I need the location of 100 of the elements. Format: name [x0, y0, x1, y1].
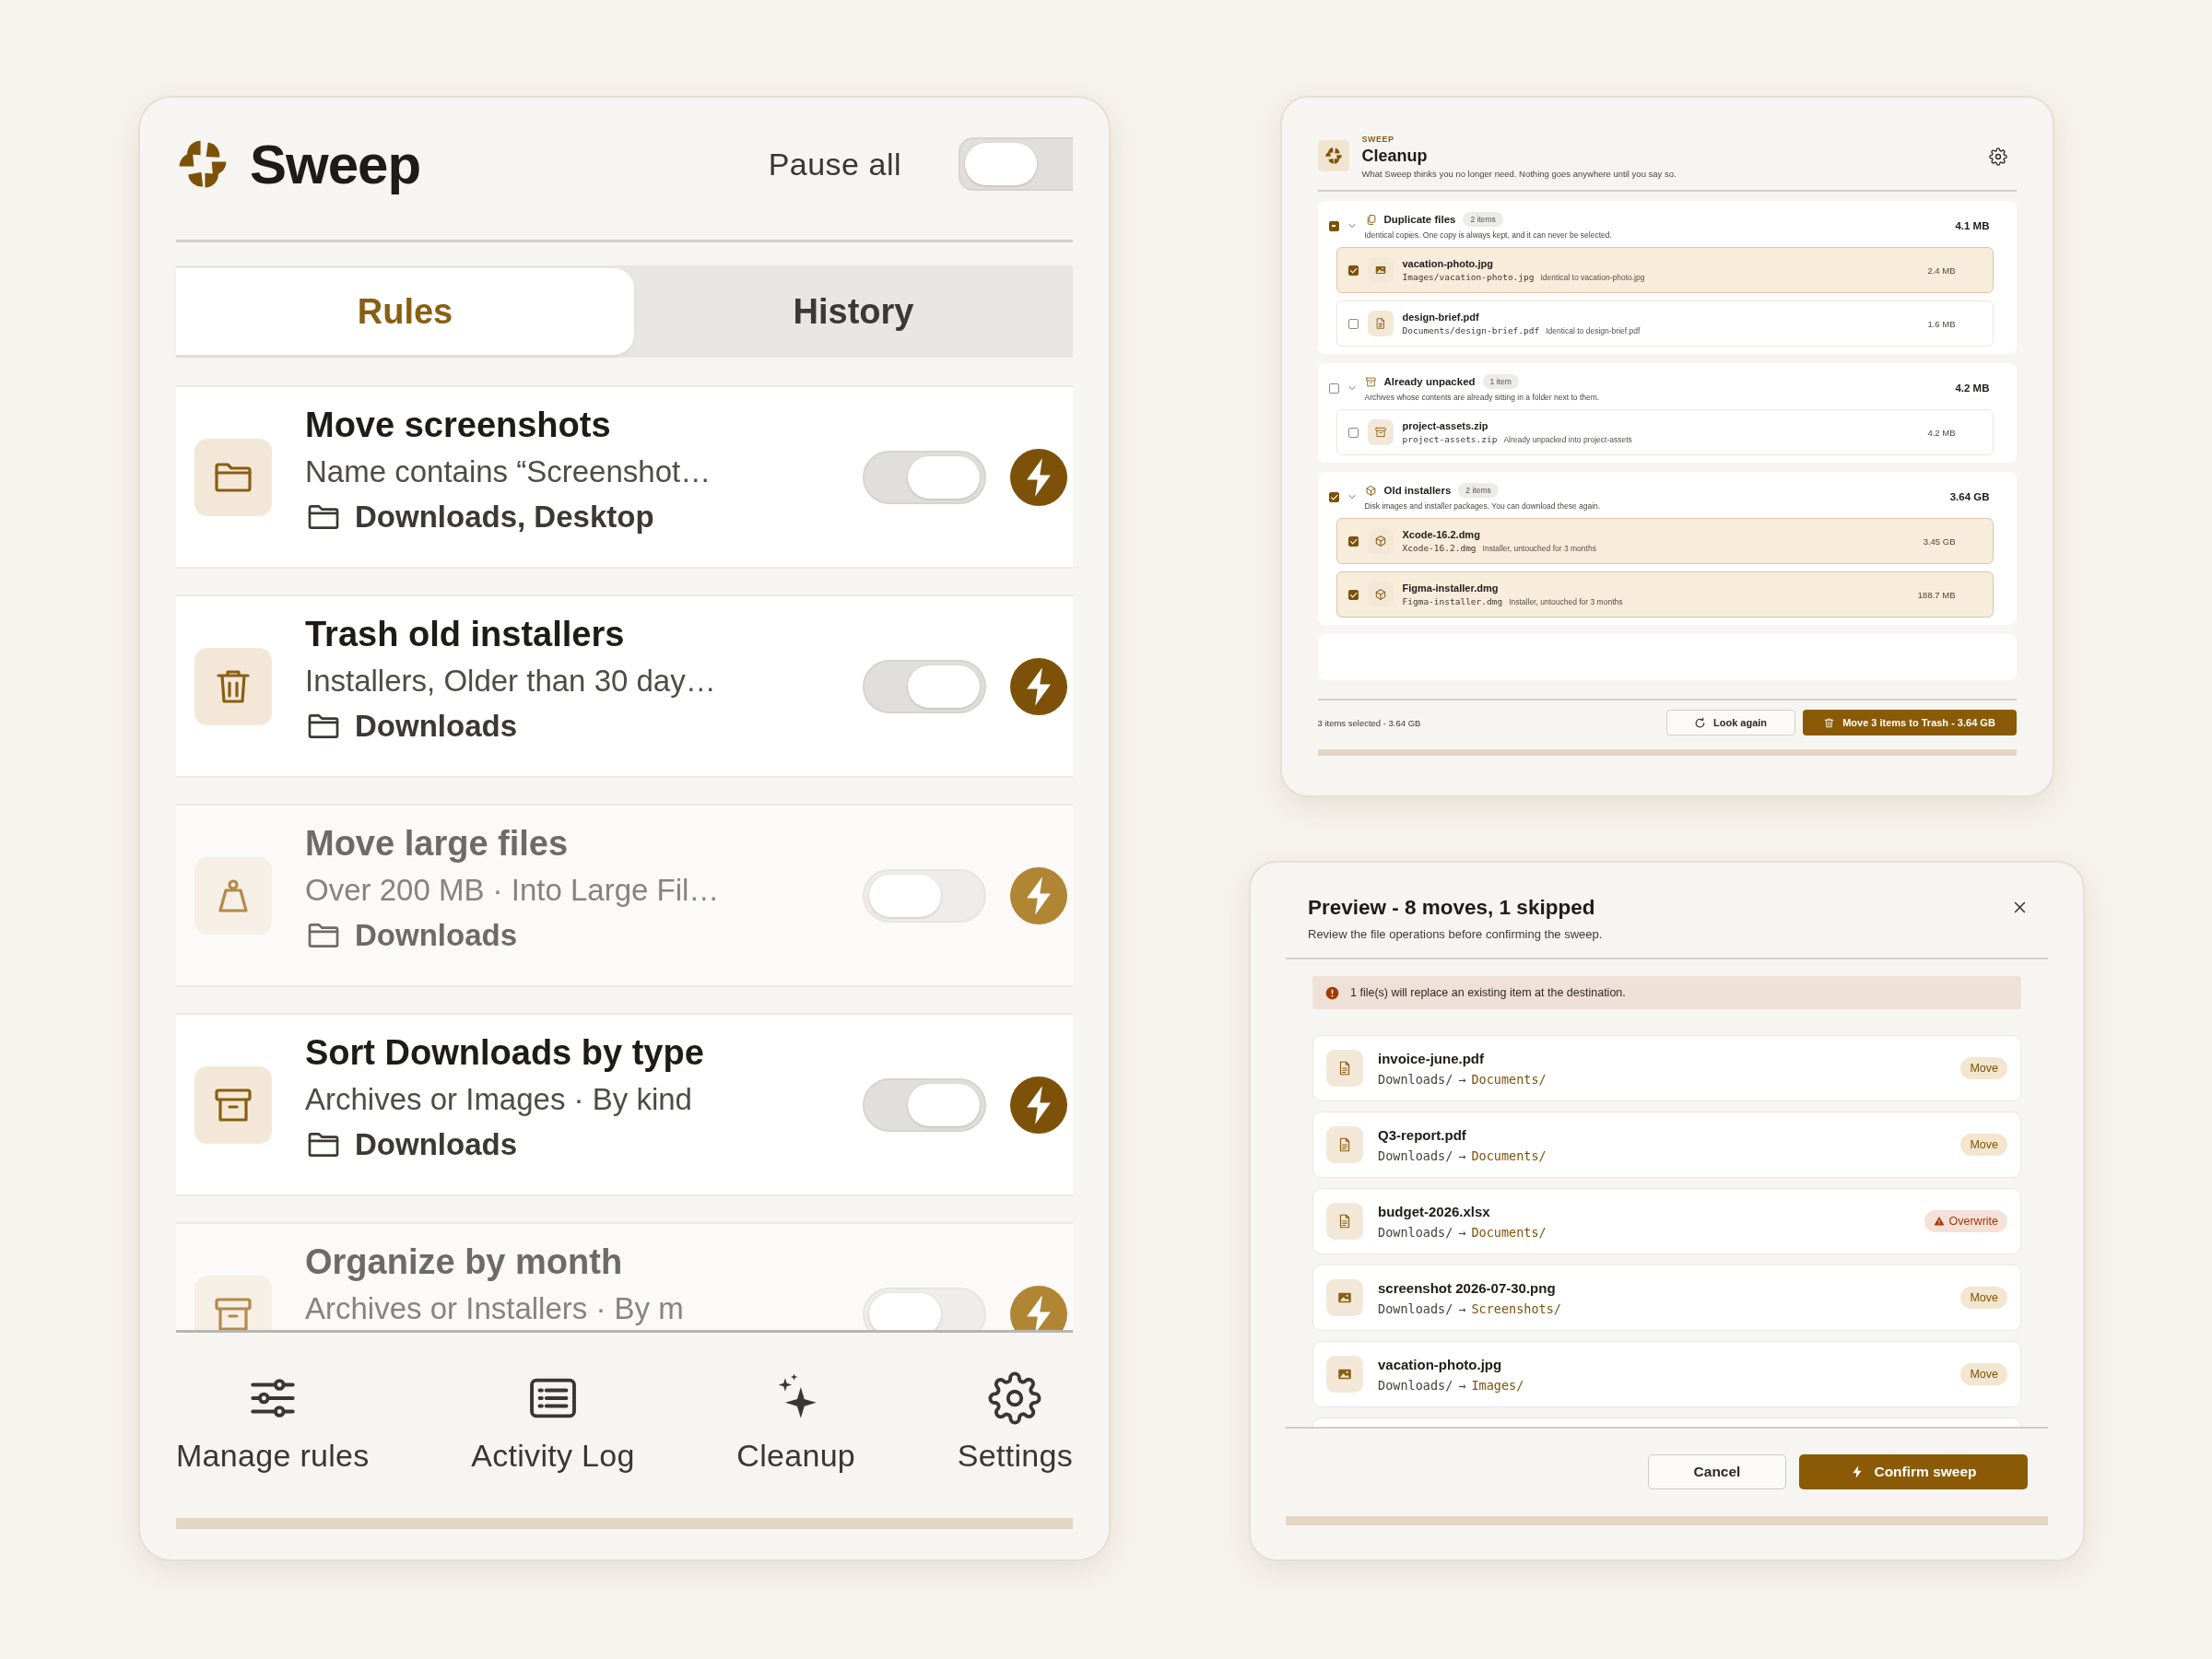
arrow: → [1458, 1071, 1466, 1087]
folder-list: Downloads [355, 709, 517, 744]
app-name: Sweep [250, 132, 421, 196]
rule-card[interactable]: Move large files Over 200 MB · Into Large Fil… Downloads [176, 804, 1073, 987]
rule-summary: Over 200 MB · Into Large Fil… [305, 873, 721, 908]
file-name: design-brief.pdf [1402, 312, 1480, 323]
destination-path: Documents/ [1471, 1224, 1547, 1240]
file-note: Already unpacked into project-assets [1503, 435, 1632, 444]
file-name: vacation-photo.jpg [1402, 258, 1494, 269]
confirm-button[interactable]: Confirm sweep [1799, 1454, 2028, 1489]
settings-icon [988, 1371, 1042, 1425]
checkbox[interactable] [1328, 220, 1339, 231]
rule-card[interactable]: Move screenshots Name contains “Screenshot… Downloads, Desktop [176, 385, 1073, 569]
file-row[interactable]: project-assets.zip project-assets.zip Already unpacked into project-assets 4.2 MB [1335, 409, 1994, 455]
package-icon [1373, 588, 1387, 601]
checkbox[interactable] [1328, 382, 1339, 394]
folder-list: Downloads [355, 918, 517, 953]
checkbox[interactable] [1347, 589, 1359, 600]
tab[interactable]: Rules [176, 268, 634, 355]
file-size: 188.7 MB [1917, 589, 1956, 600]
destination-path: Documents/ [1471, 1147, 1547, 1163]
rule-title: Trash old installers [305, 615, 626, 654]
checkbox[interactable] [1347, 318, 1359, 329]
settings-icon[interactable] [1988, 147, 2007, 166]
count-badge: 2 items [1458, 483, 1499, 498]
nav-button[interactable]: Activity Log [471, 1371, 635, 1471]
rule-card[interactable]: Trash old installers Installers, Older than 30 day… Downloads [176, 594, 1073, 778]
run-now-icon[interactable] [1010, 657, 1067, 715]
rule-title: Move large files [305, 824, 570, 864]
file-path: Images/vacation-photo.jpg [1402, 272, 1535, 282]
file-row[interactable]: vacation-photo.jpg Images/vacation-photo.jpg Identical to vacation-photo.jpg 2.4 MB [1335, 247, 1994, 293]
file-row[interactable]: Figma-installer.dmg Figma-installer.dmg Installer, untouched for 3 months 188.7 MB [1335, 571, 1994, 618]
file-size: 4.2 MB [1927, 427, 1956, 438]
action-badge: Overwrite [1924, 1210, 2007, 1232]
alert-icon [1325, 985, 1339, 1000]
group-title: Already unpacked [1383, 376, 1476, 387]
warning-icon [1933, 1216, 1945, 1227]
checkbox[interactable] [1328, 491, 1339, 502]
file-path: Documents/design-brief.pdf [1402, 325, 1540, 335]
source-path: Downloads/ [1378, 1300, 1453, 1316]
group-title: Old installers [1383, 485, 1452, 496]
file-name: project-assets.zip [1402, 420, 1489, 431]
trash-button[interactable]: Move 3 items to Trash - 3.64 GB [1802, 710, 2017, 735]
rule-card[interactable]: Sort Downloads by type Archives or Images · By kind Downloads [176, 1013, 1073, 1196]
action-badge: Move [1960, 1363, 2007, 1385]
source-path: Downloads/ [1378, 1377, 1453, 1393]
nav-button[interactable]: Manage rules [176, 1371, 370, 1471]
checkbox[interactable] [1347, 427, 1359, 438]
file-path: Xcode-16.2.dmg [1402, 543, 1477, 553]
run-now-icon[interactable] [1010, 448, 1067, 506]
action-badge: Move [1960, 1134, 2007, 1156]
file-note: Identical to design-brief.pdf [1546, 326, 1641, 335]
nav-button[interactable]: Settings [957, 1371, 1073, 1471]
action-badge: Move [1960, 1287, 2007, 1309]
close-icon[interactable] [2012, 900, 2028, 915]
toggle-switch[interactable] [959, 137, 1073, 191]
file-path: project-assets.zip [1402, 434, 1498, 444]
file-size: 1.6 MB [1927, 318, 1956, 329]
rule-title: Organize by month [305, 1242, 624, 1282]
destination-path: Documents/ [1471, 1071, 1547, 1087]
package-icon [1373, 535, 1387, 547]
group-size: 3.64 GB [1949, 491, 1990, 502]
group-size: 4.2 MB [1955, 382, 1990, 394]
file-path: Figma-installer.dmg [1402, 596, 1503, 606]
rule-summary: Name contains “Screenshot… [305, 454, 712, 489]
group-description: Identical copies. One copy is always kept, and it can never be selected. [1364, 230, 1613, 240]
refresh-icon [1693, 716, 1706, 729]
pause-label: Pause all [768, 146, 901, 182]
rule-title: Sort Downloads by type [305, 1033, 705, 1073]
subtitle: Review the file operations before confirming the sweep. [1308, 927, 1604, 941]
arrow: → [1458, 1224, 1466, 1240]
file-note: Installer, untouched for 3 months [1509, 597, 1623, 606]
toggle-switch[interactable] [863, 1077, 986, 1132]
nav-button[interactable]: Cleanup [736, 1371, 856, 1471]
run-now-icon[interactable] [1010, 866, 1067, 924]
toggle-switch[interactable] [863, 659, 986, 713]
folder-list: Downloads [355, 1127, 517, 1162]
rule-summary: Installers, Older than 30 day… [305, 664, 717, 699]
cancel-button[interactable]: Cancel [1648, 1454, 1786, 1489]
file-row[interactable]: design-brief.pdf Documents/design-brief.pdf Identical to design-brief.pdf 1.6 MB [1335, 300, 1994, 347]
rule-summary: Archives or Installers · By m [305, 1291, 685, 1326]
archive-box-icon [1364, 375, 1377, 388]
subtitle: What Sweep thinks you no longer need. Nothing goes anywhere until you say so. [1361, 169, 1677, 179]
arrow: → [1458, 1377, 1466, 1393]
destination-path: Images/ [1471, 1377, 1524, 1393]
checkbox[interactable] [1347, 535, 1359, 547]
toggle-switch[interactable] [863, 1287, 986, 1330]
run-now-icon[interactable] [1010, 1076, 1067, 1134]
file-row[interactable]: Xcode-16.2.dmg Xcode-16.2.dmg Installer, untouched for 3 months 3.45 GB [1335, 518, 1994, 564]
checkbox[interactable] [1347, 265, 1359, 276]
tab[interactable]: History [634, 268, 1073, 355]
group-description: Archives whose contents are already sitting in a folder next to them. [1364, 393, 1601, 402]
rule-card[interactable]: Organize by month Archives or Installers · By m [176, 1222, 1073, 1330]
file-name: vacation-photo.jpg [1378, 1356, 1503, 1372]
toggle-switch[interactable] [863, 450, 986, 504]
file-note: Identical to vacation-photo.jpg [1540, 273, 1645, 282]
count-badge: 2 items [1463, 212, 1503, 227]
window-title: Cleanup [1361, 147, 1429, 166]
run-now-icon[interactable] [1010, 1285, 1067, 1330]
refresh-button[interactable]: Look again [1665, 710, 1795, 735]
